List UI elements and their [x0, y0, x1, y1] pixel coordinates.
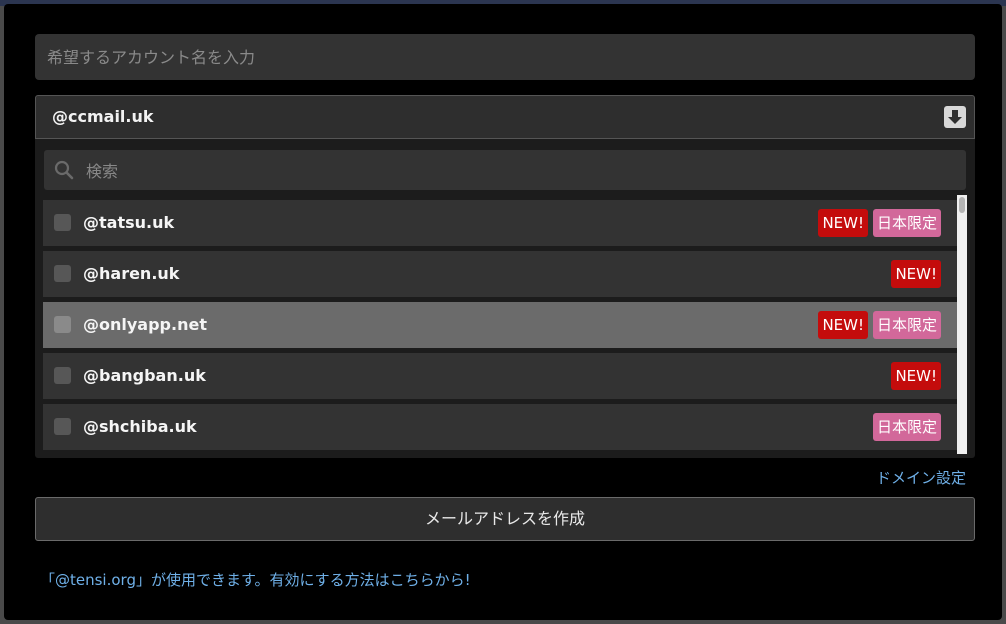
japan-only-badge: 日本限定 — [872, 311, 941, 339]
domain-badges: NEW! 日本限定 — [818, 209, 941, 237]
japan-only-badge: 日本限定 — [872, 209, 941, 237]
domain-name: @tatsu.uk — [83, 213, 175, 232]
domain-list-item[interactable]: @tatsu.uk NEW! 日本限定 — [43, 200, 957, 246]
domain-checkbox[interactable] — [54, 214, 71, 231]
domain-name: @bangban.uk — [83, 366, 206, 385]
tensi-org-notice-link[interactable]: 「@tensi.org」が使用できます。有効にする方法はこちらから! — [40, 569, 471, 590]
domain-list-item[interactable]: @haren.uk NEW! — [43, 251, 957, 297]
account-name-input[interactable] — [35, 34, 975, 80]
domain-name: @haren.uk — [83, 264, 180, 283]
domain-search-box — [44, 150, 966, 192]
create-email-modal: @ccmail.uk @tatsu.ukNEW!日本限定@haren.ukNEW… — [4, 4, 1002, 620]
domain-checkbox[interactable] — [54, 316, 71, 333]
new-badge: NEW! — [891, 362, 941, 390]
create-email-button[interactable]: メールアドレスを作成 — [35, 497, 975, 541]
domain-badges: 日本限定 — [872, 413, 941, 441]
scrollbar-thumb[interactable] — [959, 197, 965, 213]
download-arrow-icon[interactable] — [944, 106, 966, 128]
new-badge: NEW! — [818, 209, 868, 237]
domain-checkbox[interactable] — [54, 418, 71, 435]
domain-checkbox[interactable] — [54, 367, 71, 384]
domain-select[interactable]: @ccmail.uk — [35, 95, 975, 139]
domain-settings-link[interactable]: ドメイン設定 — [876, 467, 966, 488]
domain-name: @onlyapp.net — [83, 315, 207, 334]
domain-dropdown-panel: @tatsu.ukNEW!日本限定@haren.ukNEW!@onlyapp.n… — [35, 139, 975, 458]
search-icon — [54, 160, 74, 180]
domain-name: @shchiba.uk — [83, 417, 197, 436]
domain-list-item[interactable]: @shchiba.uk 日本限定 — [43, 404, 957, 450]
domain-badges: NEW! — [891, 260, 941, 288]
selected-domain: @ccmail.uk — [52, 107, 154, 126]
domain-checkbox[interactable] — [54, 265, 71, 282]
new-badge: NEW! — [891, 260, 941, 288]
domain-list-item[interactable]: @onlyapp.net NEW! 日本限定 — [43, 302, 957, 348]
domain-badges: NEW! 日本限定 — [818, 311, 941, 339]
domain-search-input[interactable] — [84, 150, 948, 192]
new-badge: NEW! — [818, 311, 868, 339]
domain-badges: NEW! — [891, 362, 941, 390]
domain-list-scrollbar[interactable] — [957, 195, 967, 454]
japan-only-badge: 日本限定 — [872, 413, 941, 441]
domain-list: @tatsu.uk NEW! 日本限定 @haren.uk NEW! @onlyapp.n… — [43, 200, 957, 454]
domain-list-item[interactable]: @bangban.uk NEW! — [43, 353, 957, 399]
